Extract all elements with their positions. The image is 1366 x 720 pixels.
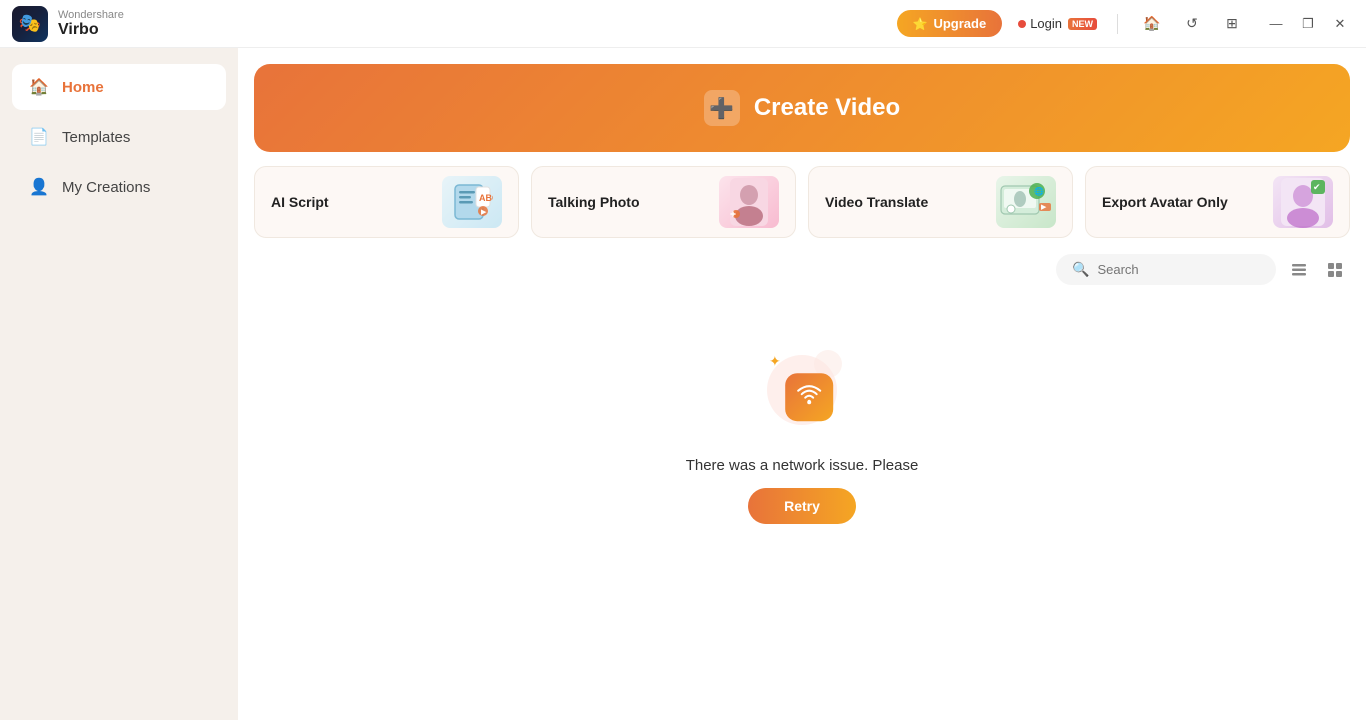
talking-photo-card[interactable]: Talking Photo [531, 166, 796, 238]
login-label: Login [1030, 16, 1062, 31]
sidebar-item-templates-label: Templates [62, 129, 130, 146]
sidebar-item-my-creations-label: My Creations [62, 179, 150, 196]
create-video-plus-icon: ➕ [709, 96, 734, 121]
brand-name: Wondershare [58, 9, 124, 21]
svg-text:🌐: 🌐 [1034, 186, 1044, 196]
export-avatar-label: Export Avatar Only [1102, 194, 1228, 210]
ai-script-thumbnail: ABC ▶ [442, 176, 502, 228]
titlebar-icons: 🏠 ↺ ⊞ [1138, 10, 1246, 38]
wifi-svg [796, 383, 822, 405]
close-button[interactable]: ✕ [1326, 10, 1354, 38]
minimize-button[interactable]: — [1262, 10, 1290, 38]
create-video-banner[interactable]: ➕ Create Video [254, 64, 1350, 152]
grid-view-icon[interactable]: ⊞ [1218, 10, 1246, 38]
my-creations-sidebar-icon: 👤 [28, 176, 50, 198]
login-dot-icon [1018, 20, 1026, 28]
wifi-icon [796, 383, 822, 411]
upgrade-star-icon: ⭐ [913, 17, 928, 31]
svg-text:▶: ▶ [1041, 204, 1047, 211]
grid-view-button[interactable] [1320, 255, 1350, 285]
upgrade-label: Upgrade [933, 16, 986, 31]
create-video-label: Create Video [754, 94, 900, 122]
video-translate-label: Video Translate [825, 194, 928, 210]
svg-text:▶: ▶ [481, 209, 487, 216]
titlebar-left: 🎭 Wondershare Virbo [12, 6, 124, 42]
titlebar: 🎭 Wondershare Virbo ⭐ Upgrade Login NEW … [0, 0, 1366, 48]
error-message: There was a network issue. Please [686, 457, 919, 474]
new-badge: NEW [1068, 18, 1097, 30]
search-box[interactable]: 🔍 [1056, 254, 1276, 285]
wifi-icon-wrap [785, 373, 833, 421]
sidebar-item-templates[interactable]: 📄 Templates [12, 114, 226, 160]
sidebar: 🏠 Home 📄 Templates 👤 My Creations [0, 48, 238, 720]
sidebar-item-home-label: Home [62, 79, 104, 96]
app-logo-emoji: 🎭 [19, 13, 41, 34]
templates-sidebar-icon: 📄 [28, 126, 50, 148]
product-name: Virbo [58, 21, 124, 39]
window-controls: — ❐ ✕ [1262, 10, 1354, 38]
ai-script-label: AI Script [271, 194, 329, 210]
search-input[interactable] [1097, 262, 1260, 277]
refresh-icon[interactable]: ↺ [1178, 10, 1206, 38]
svg-text:ABC: ABC [479, 193, 493, 203]
export-avatar-svg: ✔ [1279, 176, 1327, 228]
titlebar-right: ⭐ Upgrade Login NEW 🏠 ↺ ⊞ — ❐ ✕ [897, 10, 1355, 38]
talking-photo-label: Talking Photo [548, 194, 640, 210]
ai-script-thumb-img: ABC ▶ [442, 176, 502, 228]
main-content: ➕ Create Video AI Script ABC ▶ [238, 48, 1366, 720]
login-button[interactable]: Login NEW [1010, 10, 1105, 37]
sparkle-icon: ✦ [769, 353, 781, 370]
titlebar-separator [1117, 14, 1118, 34]
svg-text:✔: ✔ [1313, 182, 1321, 192]
export-avatar-card[interactable]: Export Avatar Only ✔ [1085, 166, 1350, 238]
search-icon: 🔍 [1072, 261, 1089, 278]
view-toggle [1284, 255, 1350, 285]
video-translate-card[interactable]: Video Translate 🌐 ▶ [808, 166, 1073, 238]
create-video-icon: ➕ [704, 90, 740, 126]
home-sidebar-icon: 🏠 [28, 76, 50, 98]
ai-script-card[interactable]: AI Script ABC ▶ [254, 166, 519, 238]
error-illustration: ✦ [757, 345, 847, 435]
export-avatar-thumb-img: ✔ [1273, 176, 1333, 228]
talking-photo-thumb-img [719, 176, 779, 228]
list-view-button[interactable] [1284, 255, 1314, 285]
video-translate-svg: 🌐 ▶ [999, 181, 1053, 223]
ai-script-svg: ABC ▶ [451, 181, 493, 223]
talking-photo-thumbnail [719, 176, 779, 228]
error-area: ✦ There was a network issue. Please Retr… [238, 285, 1366, 584]
action-cards: AI Script ABC ▶ Talkin [254, 166, 1350, 238]
app-name: Wondershare Virbo [58, 9, 124, 39]
sidebar-item-home[interactable]: 🏠 Home [12, 64, 226, 110]
video-translate-thumb-img: 🌐 ▶ [996, 176, 1056, 228]
upgrade-button[interactable]: ⭐ Upgrade [897, 10, 1003, 37]
export-avatar-thumbnail: ✔ [1273, 176, 1333, 228]
app-logo: 🎭 [12, 6, 48, 42]
restore-button[interactable]: ❐ [1294, 10, 1322, 38]
search-area: 🔍 [254, 254, 1350, 285]
home-icon[interactable]: 🏠 [1138, 10, 1166, 38]
video-translate-thumbnail: 🌐 ▶ [996, 176, 1056, 228]
sidebar-item-my-creations[interactable]: 👤 My Creations [12, 164, 226, 210]
talking-photo-svg [728, 176, 770, 228]
list-view-icon [1291, 262, 1307, 278]
grid-view-icon [1327, 262, 1343, 278]
retry-button[interactable]: Retry [748, 488, 856, 524]
